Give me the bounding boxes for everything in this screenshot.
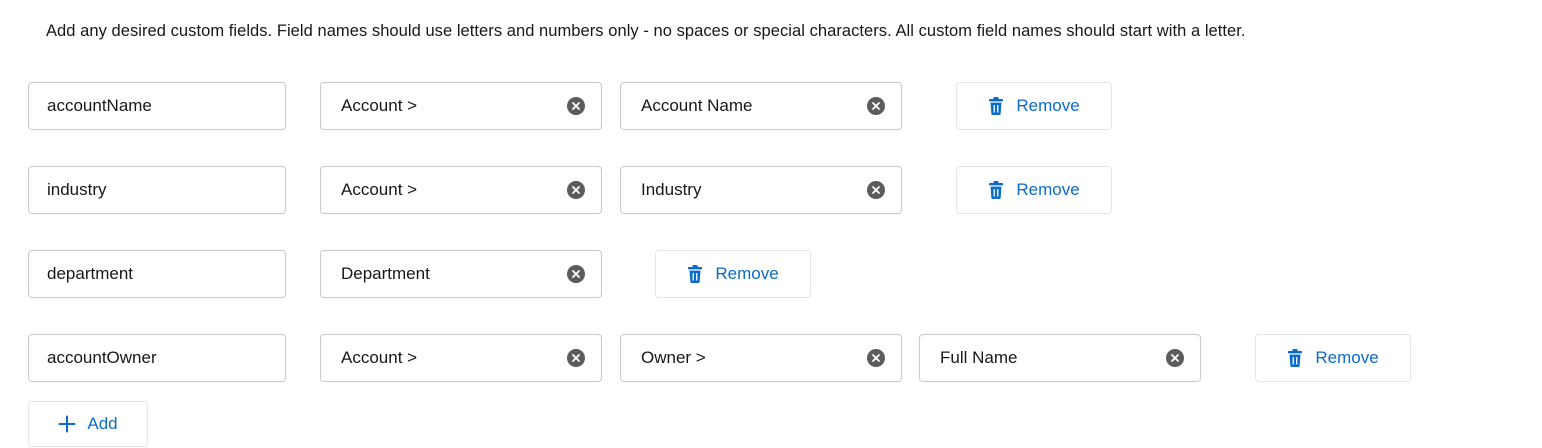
clear-x-icon[interactable]: [867, 349, 885, 367]
custom-field-row: Department Remove: [0, 250, 1542, 298]
field-path-label: Account >: [341, 348, 418, 367]
clear-x-icon[interactable]: [867, 181, 885, 199]
field-path-pill[interactable]: Account >: [320, 334, 602, 382]
trash-icon: [1288, 349, 1303, 367]
field-path-label: Owner >: [641, 348, 706, 367]
clear-x-icon[interactable]: [567, 349, 585, 367]
remove-button-label: Remove: [1016, 96, 1080, 115]
field-path-pill[interactable]: Full Name: [919, 334, 1201, 382]
custom-field-row: Account > Industry Remove: [0, 166, 1542, 214]
trash-icon: [688, 265, 703, 283]
field-path-pill[interactable]: Account >: [320, 166, 602, 214]
field-name-input[interactable]: [28, 82, 286, 130]
remove-button[interactable]: Remove: [1255, 334, 1411, 382]
trash-icon: [989, 181, 1004, 199]
field-name-input[interactable]: [28, 334, 286, 382]
field-path-pill[interactable]: Account Name: [620, 82, 902, 130]
field-path-label: Department: [341, 264, 430, 283]
field-path-pill[interactable]: Owner >: [620, 334, 902, 382]
remove-button[interactable]: Remove: [655, 250, 811, 298]
remove-button-label: Remove: [715, 264, 779, 283]
clear-x-icon[interactable]: [567, 265, 585, 283]
custom-field-row: Account > Account Name Remove: [0, 82, 1542, 130]
field-path-label: Full Name: [940, 348, 1018, 367]
field-name-input[interactable]: [28, 166, 286, 214]
field-path-pill[interactable]: Industry: [620, 166, 902, 214]
field-path-pill[interactable]: Account >: [320, 82, 602, 130]
trash-icon: [989, 97, 1004, 115]
clear-x-icon[interactable]: [567, 97, 585, 115]
field-path-label: Industry: [641, 180, 702, 199]
remove-button-label: Remove: [1315, 348, 1379, 367]
add-button-label: Add: [87, 414, 118, 433]
field-name-input[interactable]: [28, 250, 286, 298]
custom-field-row: Account > Owner > Full Name Remove: [0, 334, 1542, 382]
field-path-label: Account >: [341, 96, 418, 115]
clear-x-icon[interactable]: [1166, 349, 1184, 367]
remove-button[interactable]: Remove: [956, 82, 1112, 130]
field-path-pill[interactable]: Department: [320, 250, 602, 298]
field-path-label: Account >: [341, 180, 418, 199]
field-path-label: Account Name: [641, 96, 753, 115]
remove-button[interactable]: Remove: [956, 166, 1112, 214]
clear-x-icon[interactable]: [567, 181, 585, 199]
add-field-button[interactable]: Add: [28, 401, 148, 447]
custom-fields-instructions: Add any desired custom fields. Field nam…: [46, 22, 1246, 40]
remove-button-label: Remove: [1016, 180, 1080, 199]
plus-icon: [58, 415, 76, 433]
clear-x-icon[interactable]: [867, 97, 885, 115]
